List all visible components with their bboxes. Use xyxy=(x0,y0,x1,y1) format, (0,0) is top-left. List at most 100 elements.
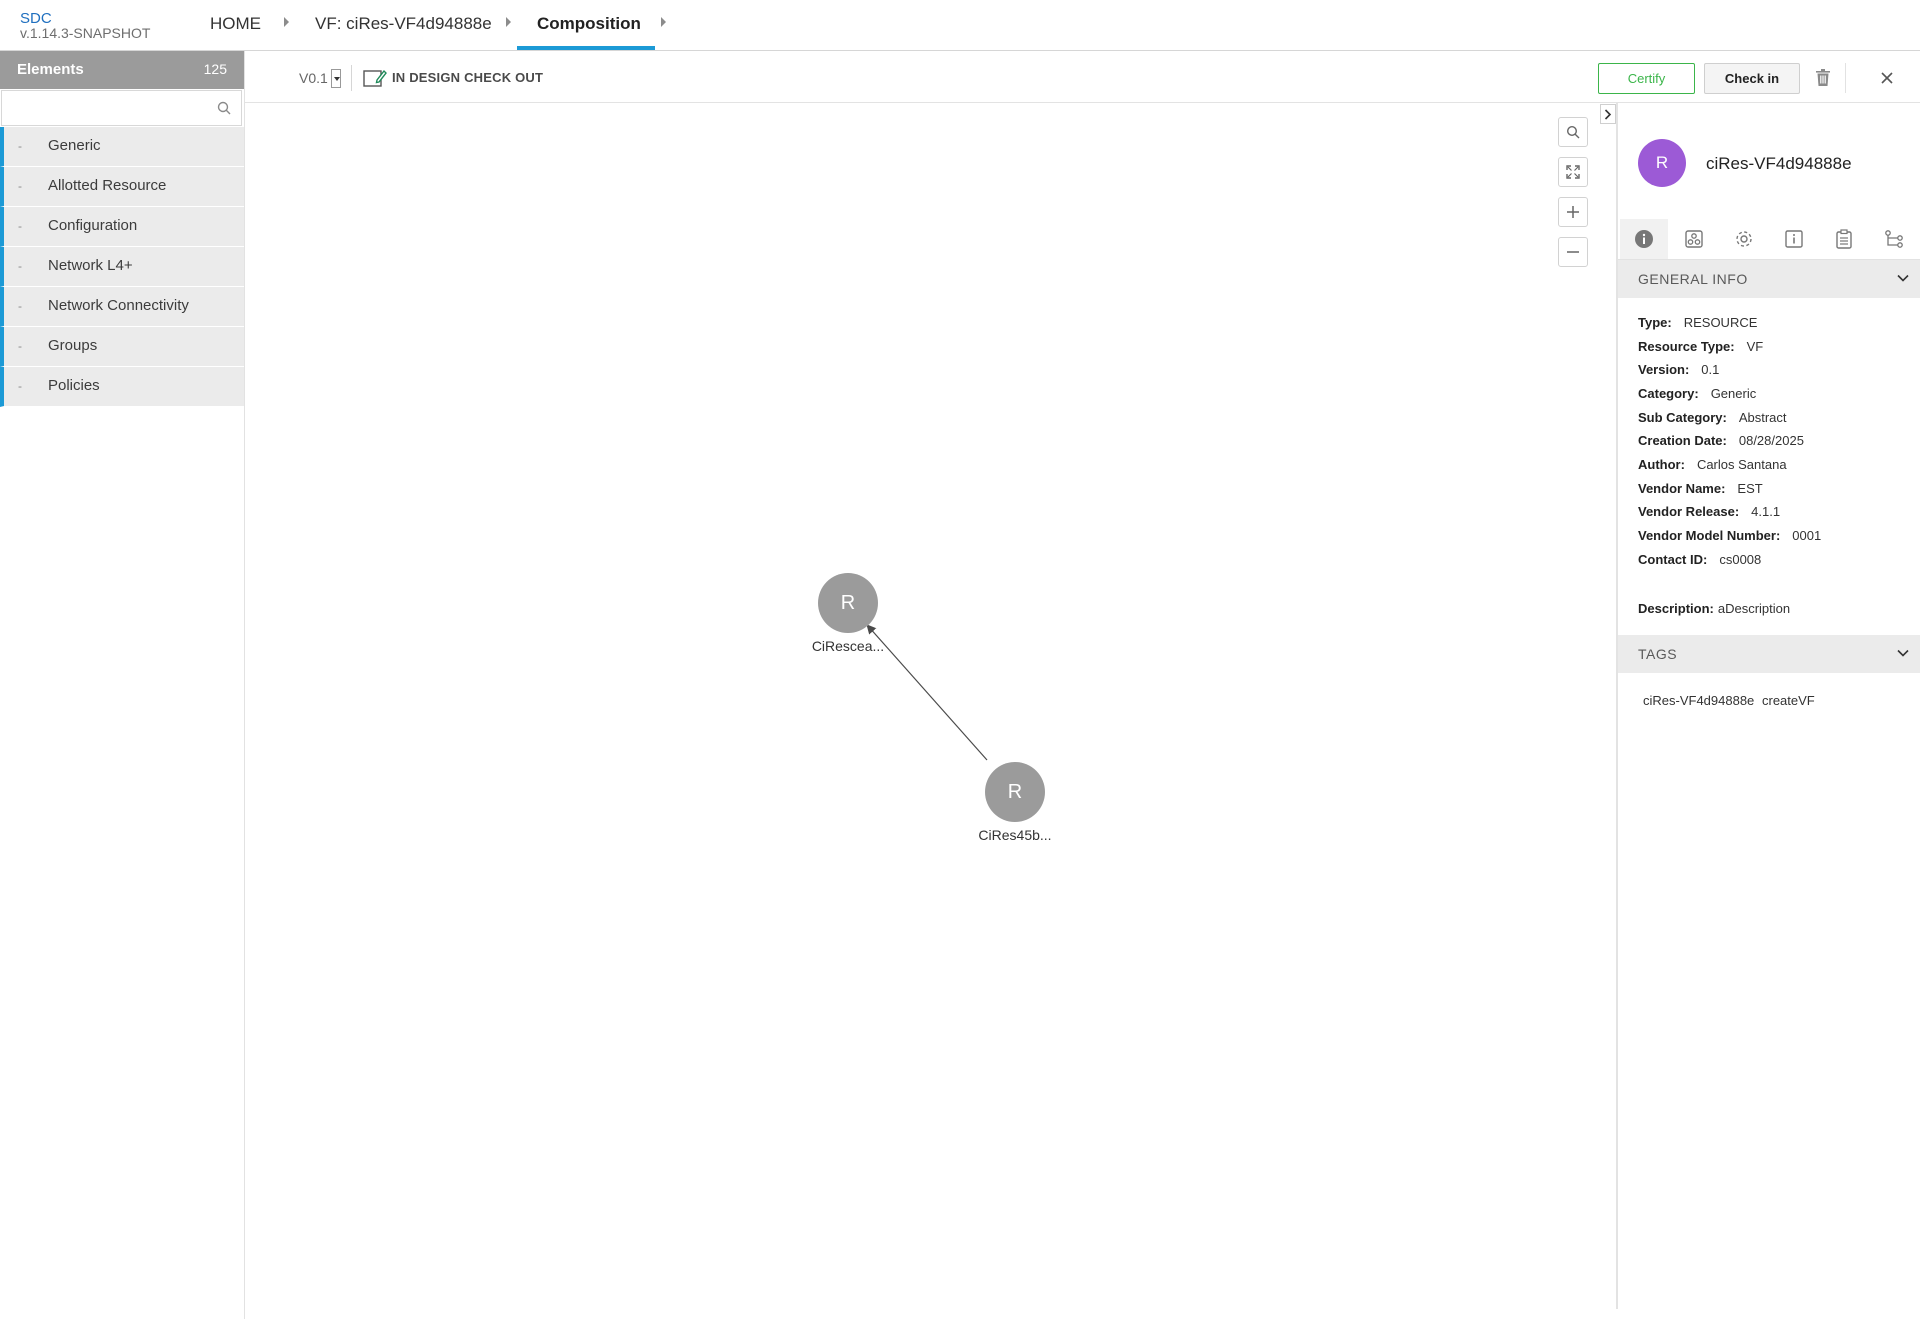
category-dash: - xyxy=(18,139,22,153)
canvas-search-button[interactable] xyxy=(1558,117,1588,147)
certify-button[interactable]: Certify xyxy=(1598,63,1695,94)
info-key: Description: xyxy=(1638,601,1714,616)
top-navigation-bar: SDC v.1.14.3-SNAPSHOT HOME VF: ciRes-VF4… xyxy=(0,0,1920,51)
toolbar-divider xyxy=(351,65,352,91)
version-dropdown-icon[interactable] xyxy=(331,69,341,88)
category-label: Generic xyxy=(48,137,101,154)
properties-icon xyxy=(1785,230,1803,248)
tab-attributes[interactable] xyxy=(1770,219,1818,259)
info-version: Version: 0.1 xyxy=(1638,362,1719,377)
category-dash: - xyxy=(18,379,22,393)
info-key: Vendor Name: xyxy=(1638,481,1726,496)
relation-edges xyxy=(866,624,988,761)
category-configuration[interactable]: - Configuration xyxy=(0,207,244,247)
info-key: Category: xyxy=(1638,386,1699,401)
category-label: Network Connectivity xyxy=(48,297,189,314)
tag-item: ciRes-VF4d94888e xyxy=(1643,693,1755,708)
collapse-panel-button[interactable] xyxy=(1600,104,1616,124)
component-node-label: CiRes45b... xyxy=(978,827,1052,843)
category-dash: - xyxy=(18,339,22,353)
breadcrumb-arrow-icon[interactable] xyxy=(284,17,289,27)
artifacts-icon xyxy=(1836,229,1852,249)
lifecycle-status: IN DESIGN CHECK OUT xyxy=(392,70,544,85)
info-key: Creation Date: xyxy=(1638,433,1727,448)
details-panel: R ciRes-VF4d94888e GENERAL INFO Type: RE… xyxy=(1618,103,1920,1319)
checkout-status-icon xyxy=(363,69,387,87)
category-network-connectivity[interactable]: - Network Connectivity xyxy=(0,287,244,327)
breadcrumb-home[interactable]: HOME xyxy=(210,14,261,34)
info-category: Category: Generic xyxy=(1638,386,1756,401)
tab-composition[interactable] xyxy=(1670,219,1718,259)
app-version: v.1.14.3-SNAPSHOT xyxy=(20,25,151,41)
search-icon xyxy=(1566,125,1580,139)
tags-section-header[interactable]: TAGS xyxy=(1618,635,1920,673)
info-value: 08/28/2025 xyxy=(1738,433,1804,448)
zoom-out-button[interactable] xyxy=(1558,237,1588,267)
component-node[interactable]: R xyxy=(985,762,1045,822)
info-author: Author: Carlos Santana xyxy=(1638,457,1787,472)
fit-to-screen-button[interactable] xyxy=(1558,157,1588,187)
category-label: Network L4+ xyxy=(48,257,133,274)
elements-search-box xyxy=(1,90,242,126)
tab-artifacts[interactable] xyxy=(1820,219,1868,259)
plus-icon xyxy=(1567,206,1579,218)
breadcrumb-composition[interactable]: Composition xyxy=(537,14,641,34)
tag-item: createVF xyxy=(1762,693,1815,708)
info-vendor-release: Vendor Release: 4.1.1 xyxy=(1638,504,1780,519)
info-vendor-model-number: Vendor Model Number: 0001 xyxy=(1638,528,1821,543)
general-info-title: GENERAL INFO xyxy=(1638,271,1748,287)
component-node[interactable]: R xyxy=(818,573,878,633)
info-value: 0.1 xyxy=(1701,362,1720,377)
info-type: Type: RESOURCE xyxy=(1638,315,1757,330)
zoom-in-button[interactable] xyxy=(1558,197,1588,227)
tab-general-info[interactable] xyxy=(1620,219,1668,259)
info-sub-category: Sub Category: Abstract xyxy=(1638,410,1787,425)
breadcrumb-vf[interactable]: VF: ciRes-VF4d94888e xyxy=(315,14,492,34)
toolbar-divider xyxy=(1845,63,1846,93)
elements-count: 125 xyxy=(203,61,227,77)
trash-icon[interactable] xyxy=(1816,69,1830,86)
composition-icon xyxy=(1685,230,1703,248)
chevron-right-icon xyxy=(1604,109,1612,120)
info-contact-id: Contact ID: cs0008 xyxy=(1638,552,1761,567)
info-value: Generic xyxy=(1710,386,1757,401)
info-key: Author: xyxy=(1638,457,1685,472)
elements-header: Elements 125 xyxy=(0,51,244,89)
info-key: Resource Type: xyxy=(1638,339,1735,354)
info-value: cs0008 xyxy=(1719,552,1762,567)
breadcrumb-arrow-icon[interactable] xyxy=(506,17,511,27)
category-generic[interactable]: - Generic xyxy=(0,127,244,167)
tab-properties[interactable] xyxy=(1720,219,1768,259)
category-network-l4[interactable]: - Network L4+ xyxy=(0,247,244,287)
check-in-button[interactable]: Check in xyxy=(1704,63,1800,94)
category-groups[interactable]: - Groups xyxy=(0,327,244,367)
tab-relations[interactable] xyxy=(1870,219,1918,259)
info-value: Abstract xyxy=(1738,410,1787,425)
expand-icon xyxy=(1566,165,1580,179)
info-key: Type: xyxy=(1638,315,1672,330)
search-icon[interactable] xyxy=(217,101,231,115)
category-label: Groups xyxy=(48,337,98,354)
info-key: Contact ID: xyxy=(1638,552,1708,567)
category-label: Configuration xyxy=(48,217,138,234)
chevron-down-icon xyxy=(1897,274,1909,282)
elements-title: Elements xyxy=(17,61,84,78)
info-value: EST xyxy=(1737,481,1763,496)
category-dash: - xyxy=(18,299,22,313)
breadcrumb-arrow-icon[interactable] xyxy=(661,17,666,27)
category-policies[interactable]: - Policies xyxy=(0,367,244,407)
elements-search-input[interactable] xyxy=(8,97,212,121)
info-resource-type: Resource Type: VF xyxy=(1638,339,1763,354)
composition-toolbar: V0.1 IN DESIGN CHECK OUT Certify Check i… xyxy=(245,51,1920,103)
tags-title: TAGS xyxy=(1638,646,1678,662)
info-value: aDescription xyxy=(1717,601,1791,616)
category-allotted-resource[interactable]: - Allotted Resource xyxy=(0,167,244,207)
category-label: Allotted Resource xyxy=(48,177,167,194)
composition-canvas[interactable]: R CiRescea... R CiRes45b... xyxy=(245,103,1615,1319)
elements-palette: Elements 125 - Generic - Allotted Resource… xyxy=(0,51,245,1319)
version-selector[interactable]: V0.1 xyxy=(299,70,328,86)
close-icon[interactable] xyxy=(1880,71,1894,85)
info-icon xyxy=(1635,230,1653,248)
general-info-section-header[interactable]: GENERAL INFO xyxy=(1618,260,1920,298)
component-name: ciRes-VF4d94888e xyxy=(1706,154,1852,173)
